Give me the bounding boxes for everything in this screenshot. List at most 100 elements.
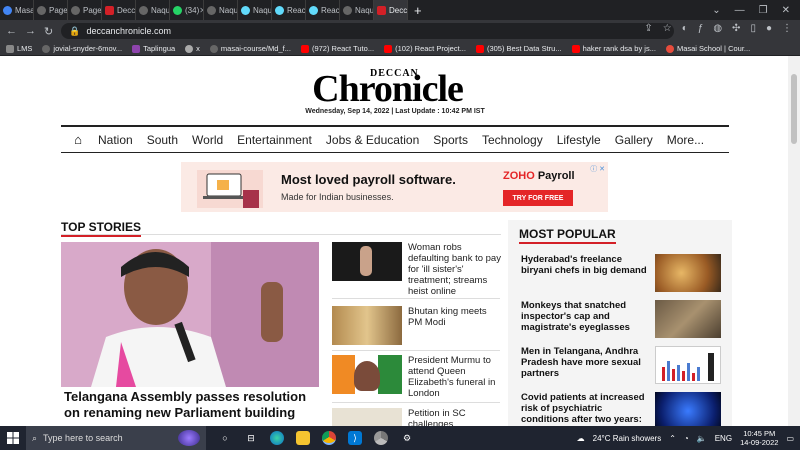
maximize-icon[interactable]: ❐ xyxy=(759,5,768,16)
network-icon[interactable]: ◔ xyxy=(684,434,689,443)
list-item[interactable]: Monkeys that snatched inspector's cap an… xyxy=(521,300,721,338)
new-tab-button[interactable]: + xyxy=(414,3,422,18)
browser-tab[interactable]: Page✕ xyxy=(34,0,68,20)
menu-icon[interactable]: ⋮ xyxy=(782,23,792,34)
nav-item-lifestyle[interactable]: Lifestyle xyxy=(550,133,608,147)
extension-icon[interactable]: ◐ xyxy=(682,23,688,34)
list-item[interactable]: Covid patients at increased risk of psyc… xyxy=(521,392,721,426)
browser-tab[interactable]: Naqu✕ xyxy=(204,0,238,20)
chrome-dev-icon[interactable] xyxy=(374,431,388,445)
try-for-free-button[interactable]: TRY FOR FREE xyxy=(503,190,573,206)
list-item[interactable]: Petition in SC challenges xyxy=(332,408,502,426)
home-icon[interactable]: ⌂ xyxy=(65,132,91,147)
window-close-icon[interactable]: ✕ xyxy=(782,5,790,16)
clock[interactable]: 10:45 PM 14-09-2022 xyxy=(740,429,778,447)
tab-search-icon[interactable]: ⌄ xyxy=(712,5,720,16)
nav-item-gallery[interactable]: Gallery xyxy=(608,133,660,147)
nav-item-entertainment[interactable]: Entertainment xyxy=(230,133,319,147)
browser-tab[interactable]: Reac✕ xyxy=(272,0,306,20)
scrollbar-thumb[interactable] xyxy=(791,74,797,144)
list-item[interactable]: Bhutan king meets PM Modi xyxy=(332,306,502,345)
bookmark-item[interactable]: (102) React Project... xyxy=(384,44,466,53)
bookmark-item[interactable]: (305) Best Data Stru... xyxy=(475,44,562,53)
profile-avatar-icon[interactable]: ● xyxy=(766,23,772,34)
windows-start-icon[interactable] xyxy=(0,432,26,444)
story-thumbnail xyxy=(332,306,402,345)
weather-text[interactable]: 24°C Rain showers xyxy=(593,434,662,443)
logo-deccan: DECCAN xyxy=(370,68,419,79)
weather-icon[interactable]: ☁ xyxy=(577,434,585,443)
bookmark-item[interactable]: Taplingua xyxy=(132,44,175,53)
nav-item-nation[interactable]: Nation xyxy=(91,133,140,147)
bookmark-star-icon[interactable]: ☆ xyxy=(663,23,672,34)
nav-item-world[interactable]: World xyxy=(185,133,230,147)
youtube-icon xyxy=(384,44,393,53)
url-text: deccanchronicle.com xyxy=(86,26,171,36)
nav-item-jobs[interactable]: Jobs & Education xyxy=(319,133,426,147)
minimize-icon[interactable]: — xyxy=(735,5,745,16)
browser-tab[interactable]: Reac✕ xyxy=(306,0,340,20)
web-page: DECCAN Chronicle Wednesday, Sep 14, 2022… xyxy=(0,56,788,426)
dc-icon xyxy=(105,5,114,15)
vscode-icon[interactable]: ⟩ xyxy=(348,431,362,445)
list-item[interactable]: Woman robs defaulting bank to pay for 'i… xyxy=(332,242,502,297)
taskbar-search-input[interactable]: ⌕ Type here to search xyxy=(26,426,206,450)
divider xyxy=(61,234,501,235)
edge-icon[interactable] xyxy=(270,431,284,445)
browser-tab[interactable]: Decc✕ xyxy=(102,0,136,20)
browser-tab[interactable]: (34)✕ xyxy=(170,0,204,20)
nav-item-sports[interactable]: Sports xyxy=(426,133,475,147)
bookmark-item[interactable]: jovial-snyder-6mov... xyxy=(42,44,122,53)
react-icon xyxy=(275,5,284,15)
page-scrollbar[interactable] xyxy=(788,56,800,426)
site-logo[interactable]: DECCAN Chronicle xyxy=(310,66,465,108)
tray-chevron-icon[interactable]: ⌃ xyxy=(669,434,676,443)
list-item[interactable]: President Murmu to attend Queen Elizabet… xyxy=(332,355,502,399)
lead-story-headline[interactable]: Telangana Assembly passes resolution on … xyxy=(61,387,319,426)
youtube-icon xyxy=(571,44,580,53)
back-icon[interactable]: ← xyxy=(6,25,17,37)
divider xyxy=(332,298,500,299)
extension-icon[interactable]: ◍ xyxy=(713,23,722,34)
browser-tab[interactable]: Naqu✕ xyxy=(340,0,374,20)
bookmark-item[interactable]: Masai School | Cour... xyxy=(665,44,750,53)
browser-tab[interactable]: Naqu✕ xyxy=(136,0,170,20)
browser-tab[interactable]: Naqu✕ xyxy=(238,0,272,20)
nav-item-technology[interactable]: Technology xyxy=(475,133,550,147)
reload-icon[interactable]: ↻ xyxy=(44,25,53,38)
browser-tab[interactable]: Page✕ xyxy=(68,0,102,20)
sidebar-icon[interactable]: ▯ xyxy=(750,23,756,34)
browser-tab[interactable]: Masa✕ xyxy=(0,0,34,20)
taskbar-apps: ○ ⊟ ⟩ ⚙ xyxy=(218,431,414,445)
lead-story-image[interactable] xyxy=(61,242,319,387)
list-item[interactable]: Men in Telangana, Andhra Pradesh have mo… xyxy=(521,346,721,384)
settings-gear-icon[interactable]: ⚙ xyxy=(400,431,414,445)
list-item[interactable]: Hyderabad's freelance biryani chefs in b… xyxy=(521,254,721,292)
widgets-icon[interactable]: ⊟ xyxy=(244,431,258,445)
chrome-icon[interactable] xyxy=(322,431,336,445)
share-icon[interactable]: ⇪ xyxy=(644,23,652,34)
bookmark-item[interactable]: (972) React Tuto... xyxy=(300,44,374,53)
forward-icon[interactable]: → xyxy=(25,25,36,37)
language-indicator[interactable]: ENG xyxy=(715,434,732,443)
nav-item-south[interactable]: South xyxy=(140,133,185,147)
formula-icon[interactable]: ƒ xyxy=(698,23,704,34)
task-view-icon[interactable]: ○ xyxy=(218,431,232,445)
file-explorer-icon[interactable] xyxy=(296,431,310,445)
nav-item-more[interactable]: More... xyxy=(660,133,711,147)
ad-banner[interactable]: Most loved payroll software. Made for In… xyxy=(181,162,608,212)
bookmark-item[interactable]: masai-course/Md_f... xyxy=(209,44,291,53)
github-icon xyxy=(42,44,51,53)
notification-icon[interactable]: ▭ xyxy=(786,434,794,443)
close-icon[interactable]: ✕ xyxy=(407,6,408,15)
address-bar[interactable]: 🔒 deccanchronicle.com xyxy=(61,23,674,39)
browser-tab-active[interactable]: Decc✕ xyxy=(374,0,408,20)
puzzle-icon[interactable]: ✣ xyxy=(732,23,740,34)
ad-info-icon[interactable]: ⓘ ✕ xyxy=(590,164,605,174)
laptop-illustration xyxy=(197,170,263,208)
search-highlight-icon xyxy=(178,430,200,446)
bookmark-item[interactable]: x xyxy=(185,44,200,53)
bookmark-item[interactable]: haker rank dsa by js... xyxy=(571,44,656,53)
bookmark-item[interactable]: LMS xyxy=(6,44,32,53)
volume-icon[interactable]: 🔈 xyxy=(697,434,707,443)
